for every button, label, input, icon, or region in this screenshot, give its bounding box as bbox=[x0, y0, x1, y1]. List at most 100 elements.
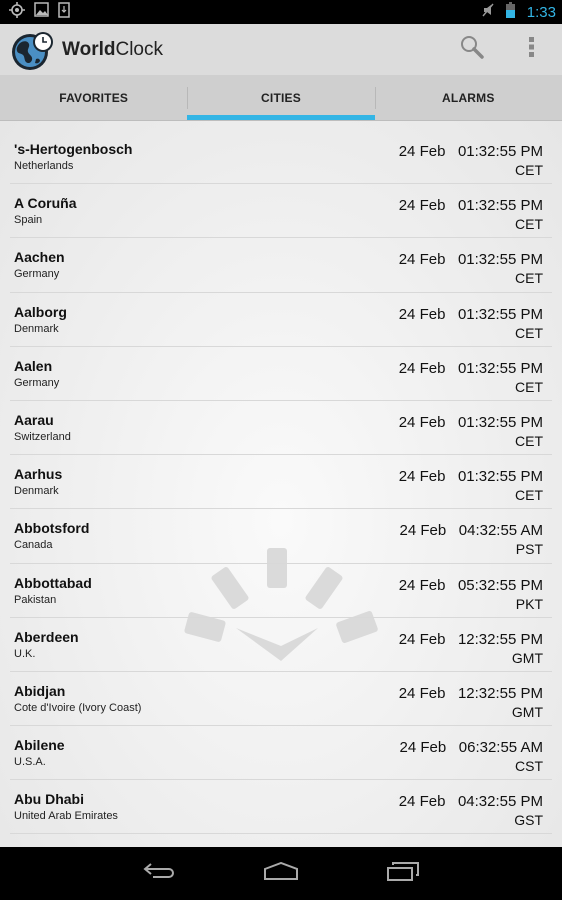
timezone-abbr: CET bbox=[515, 487, 543, 504]
tab-bar: FAVORITES CITIES ALARMS bbox=[0, 75, 562, 121]
app-title: WorldClock bbox=[62, 39, 163, 61]
city-name: Abbottabad bbox=[14, 574, 92, 591]
city-date: 24 Feb bbox=[398, 305, 446, 323]
app-logo-icon[interactable] bbox=[10, 29, 54, 71]
city-date: 24 Feb bbox=[398, 251, 446, 269]
country-name: Netherlands bbox=[14, 160, 74, 172]
timezone-abbr: GMT bbox=[511, 649, 543, 666]
gps-icon bbox=[9, 1, 25, 23]
city-row[interactable]: Abu Dhabi United Arab Emirates 24 Feb 04:3… bbox=[10, 780, 552, 835]
city-time: 01:32:55 PM bbox=[457, 251, 543, 269]
overflow-menu-button[interactable] bbox=[502, 24, 562, 75]
city-datetime: 24 Feb 05:32:55 PM bbox=[399, 577, 543, 594]
timezone-abbr: CET bbox=[515, 378, 543, 395]
tab-alarms[interactable]: ALARMS bbox=[374, 75, 562, 120]
city-row[interactable]: Aarhus Denmark 24 Feb 01:32:55 PM CET bbox=[10, 455, 552, 510]
city-datetime: 24 Feb 01:32:55 PM bbox=[399, 251, 543, 268]
gallery-icon bbox=[34, 2, 49, 22]
country-name: Denmark bbox=[14, 485, 59, 498]
city-date: 24 Feb bbox=[398, 359, 446, 377]
city-time: 04:32:55 AM bbox=[458, 522, 543, 540]
country-name: Cote d'Ivoire (Ivory Coast) bbox=[14, 701, 142, 714]
city-time: 01:32:55 PM bbox=[457, 143, 543, 160]
download-icon bbox=[58, 1, 70, 23]
back-icon bbox=[143, 862, 175, 885]
action-bar: WorldClock bbox=[0, 24, 562, 75]
city-time: 06:32:55 AM bbox=[458, 739, 543, 757]
city-name: A Coruña bbox=[14, 195, 77, 212]
app-title-bold: World bbox=[62, 38, 116, 60]
country-name: Switzerland bbox=[14, 430, 71, 443]
city-time: 01:32:55 PM bbox=[457, 359, 543, 377]
country-name: Spain bbox=[14, 214, 43, 227]
city-datetime: 24 Feb 04:32:55 PM bbox=[399, 793, 543, 810]
status-bar: 1:33 bbox=[0, 0, 562, 24]
city-date: 24 Feb bbox=[399, 739, 447, 757]
city-datetime: 24 Feb 12:32:55 PM bbox=[399, 685, 543, 702]
recent-apps-button[interactable] bbox=[373, 847, 433, 900]
city-date: 24 Feb bbox=[398, 143, 446, 160]
city-datetime: 24 Feb 12:32:55 PM bbox=[399, 631, 543, 648]
timezone-abbr: PST bbox=[515, 541, 543, 558]
city-date: 24 Feb bbox=[398, 576, 446, 594]
city-name: Aalborg bbox=[14, 303, 67, 320]
city-row[interactable]: Aalborg Denmark 24 Feb 01:32:55 PM CET bbox=[10, 293, 552, 347]
mute-icon bbox=[482, 3, 494, 22]
city-row[interactable]: A Coruña Spain 24 Feb 01:32:55 PM CET bbox=[10, 184, 552, 239]
city-name: Aalen bbox=[14, 357, 53, 374]
city-time: 01:32:55 PM bbox=[457, 413, 543, 431]
city-name: 's-Hertogenbosch bbox=[14, 141, 133, 157]
home-icon bbox=[264, 861, 298, 885]
timezone-abbr: GMT bbox=[511, 703, 543, 720]
country-name: Denmark bbox=[14, 322, 59, 335]
city-datetime: 24 Feb 01:32:55 PM bbox=[399, 468, 543, 485]
city-datetime: 24 Feb 01:32:55 PM bbox=[399, 414, 543, 431]
country-name: U.S.A. bbox=[14, 756, 46, 769]
city-time: 01:32:55 PM bbox=[457, 197, 543, 215]
search-icon bbox=[460, 35, 484, 64]
city-datetime: 24 Feb 01:32:55 PM bbox=[399, 197, 543, 214]
overflow-menu-icon bbox=[529, 37, 535, 62]
city-time: 12:32:55 PM bbox=[457, 630, 543, 648]
city-name: Abu Dhabi bbox=[14, 791, 84, 808]
city-time: 01:32:55 PM bbox=[457, 305, 543, 323]
city-date: 24 Feb bbox=[398, 684, 446, 702]
city-date: 24 Feb bbox=[398, 468, 446, 486]
city-row[interactable]: Aarau Switzerland 24 Feb 01:32:55 PM CET bbox=[10, 401, 552, 456]
timezone-abbr: CET bbox=[515, 270, 543, 287]
city-name: Aarhus bbox=[14, 466, 63, 483]
app-title-regular: Clock bbox=[115, 38, 163, 60]
timezone-abbr: GST bbox=[514, 812, 543, 829]
city-time: 04:32:55 PM bbox=[457, 793, 543, 811]
city-row[interactable]: Abilene U.S.A. 24 Feb 06:32:55 AM CST bbox=[10, 726, 552, 781]
city-row[interactable]: Aberdeen U.K. 24 Feb 12:32:55 PM GMT bbox=[10, 618, 552, 672]
home-button[interactable] bbox=[251, 847, 311, 900]
timezone-abbr: PKT bbox=[515, 595, 543, 612]
city-datetime: 24 Feb 06:32:55 AM bbox=[400, 739, 543, 756]
search-button[interactable] bbox=[442, 24, 502, 75]
city-date: 24 Feb bbox=[398, 793, 446, 811]
country-name: Pakistan bbox=[14, 593, 57, 606]
city-row[interactable]: 's-Hertogenbosch Netherlands 24 Feb 01:32:… bbox=[10, 130, 552, 185]
city-datetime: 24 Feb 04:32:55 AM bbox=[400, 522, 543, 539]
city-time: 12:32:55 PM bbox=[457, 684, 543, 702]
cities-list-panel[interactable]: 's-Hertogenbosch Netherlands 24 Feb 01:32:… bbox=[0, 121, 562, 847]
city-name: Aberdeen bbox=[14, 628, 79, 645]
tab-cities[interactable]: CITIES bbox=[187, 75, 375, 120]
city-row[interactable]: Abidjan Cote d'Ivoire (Ivory Coast) 24 Feb… bbox=[10, 672, 552, 727]
city-name: Abilene bbox=[14, 737, 65, 754]
city-date: 24 Feb bbox=[398, 413, 446, 431]
tab-favorites[interactable]: FAVORITES bbox=[0, 75, 187, 120]
back-button[interactable] bbox=[129, 847, 189, 900]
city-datetime: 24 Feb 01:32:55 PM bbox=[399, 360, 543, 377]
timezone-abbr: CST bbox=[515, 758, 543, 775]
country-name: Germany bbox=[14, 376, 60, 389]
city-row[interactable]: Abbottabad Pakistan 24 Feb 05:32:55 PM PKT bbox=[10, 564, 552, 618]
city-datetime: 24 Feb 01:32:55 PM bbox=[399, 306, 543, 323]
timezone-abbr: CET bbox=[515, 432, 543, 449]
city-row[interactable]: Aachen Germany 24 Feb 01:32:55 PM CET bbox=[10, 238, 552, 293]
timezone-abbr: CET bbox=[515, 162, 543, 178]
city-row[interactable]: Abbotsford Canada 24 Feb 04:32:55 AM PST bbox=[10, 509, 552, 564]
country-name: United Arab Emirates bbox=[14, 810, 118, 823]
city-row[interactable]: Aalen Germany 24 Feb 01:32:55 PM CET bbox=[10, 347, 552, 401]
